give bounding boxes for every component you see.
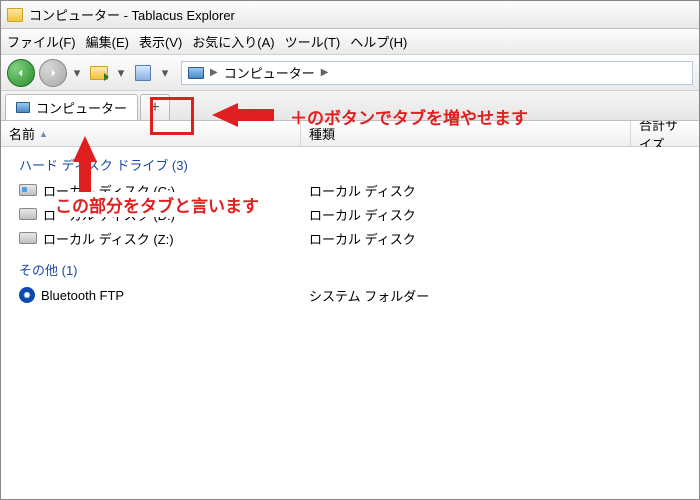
column-headers: 名前 ▲ 種類 合計サイズ	[1, 121, 699, 147]
forward-button[interactable]	[39, 59, 67, 87]
tabbar: コンピューター +	[1, 91, 699, 121]
annotation-arrow-tab	[73, 136, 97, 162]
item-type: ローカル ディスク	[301, 229, 416, 248]
drive-icon	[19, 184, 37, 196]
chevron-right-icon: ▶	[210, 67, 218, 78]
menu-file[interactable]: ファイル(F)	[7, 32, 76, 51]
column-type[interactable]: 種類	[301, 121, 631, 146]
app-folder-icon	[7, 8, 23, 22]
menu-favorites[interactable]: お気に入り(A)	[192, 32, 274, 51]
chevron-right-icon[interactable]: ▶	[321, 67, 329, 78]
arrow-left-icon	[14, 66, 28, 80]
sort-asc-icon: ▲	[39, 129, 48, 139]
item-name: Bluetooth FTP	[41, 288, 124, 303]
list-item[interactable]: ローカル ディスク (C:) ローカル ディスク	[1, 178, 699, 202]
file-list: ハード ディスク ドライブ (3) ローカル ディスク (C:) ローカル ディ…	[1, 147, 699, 311]
folder-icon	[90, 66, 108, 80]
back-button[interactable]	[7, 59, 35, 87]
menu-edit[interactable]: 編集(E)	[86, 32, 129, 51]
nav-history-dropdown[interactable]: ▾	[71, 63, 83, 83]
tab-computer[interactable]: コンピューター	[5, 94, 138, 120]
menubar: ファイル(F) 編集(E) 表示(V) お気に入り(A) ツール(T) ヘルプ(…	[1, 29, 699, 55]
window-title: コンピューター - Tablacus Explorer	[29, 5, 235, 24]
tab-label: コンピューター	[36, 98, 127, 117]
list-item[interactable]: ローカル ディスク (D:) ローカル ディスク	[1, 202, 699, 226]
column-total-size[interactable]: 合計サイズ	[631, 121, 699, 146]
list-item[interactable]: ⁕ Bluetooth FTP システム フォルダー	[1, 283, 699, 307]
titlebar: コンピューター - Tablacus Explorer	[1, 1, 699, 29]
breadcrumb-location[interactable]: コンピューター	[224, 63, 315, 82]
item-type: システム フォルダー	[301, 286, 429, 305]
menu-view[interactable]: 表示(V)	[139, 32, 182, 51]
group-hdd[interactable]: ハード ディスク ドライブ (3)	[1, 151, 699, 178]
computer-icon	[16, 102, 30, 113]
menu-help[interactable]: ヘルプ(H)	[350, 32, 407, 51]
item-name: ローカル ディスク (C:)	[43, 181, 175, 200]
drive-icon	[19, 208, 37, 220]
refresh-dropdown[interactable]: ▾	[159, 63, 171, 83]
item-type: ローカル ディスク	[301, 205, 416, 224]
toolbar: ▾ ▾ ▾ ▶ コンピューター ▶	[1, 55, 699, 91]
folder-dropdown[interactable]: ▾	[115, 63, 127, 83]
column-name-label: 名前	[9, 124, 35, 143]
refresh-icon	[135, 65, 151, 81]
refresh-button[interactable]	[131, 61, 155, 85]
menu-tools[interactable]: ツール(T)	[285, 32, 341, 51]
group-other[interactable]: その他 (1)	[1, 256, 699, 283]
item-name: ローカル ディスク (Z:)	[43, 229, 174, 248]
arrow-right-icon	[46, 66, 60, 80]
item-type: ローカル ディスク	[301, 181, 416, 200]
list-item[interactable]: ローカル ディスク (Z:) ローカル ディスク	[1, 226, 699, 250]
folder-button[interactable]	[87, 61, 111, 85]
annotation-box-plus	[150, 97, 194, 135]
annotation-arrow-plus	[212, 103, 238, 127]
breadcrumb[interactable]: ▶ コンピューター ▶	[181, 61, 693, 85]
drive-icon	[19, 232, 37, 244]
item-name: ローカル ディスク (D:)	[43, 205, 175, 224]
column-type-label: 種類	[309, 124, 335, 143]
bluetooth-icon: ⁕	[19, 287, 35, 303]
computer-icon	[188, 67, 204, 79]
